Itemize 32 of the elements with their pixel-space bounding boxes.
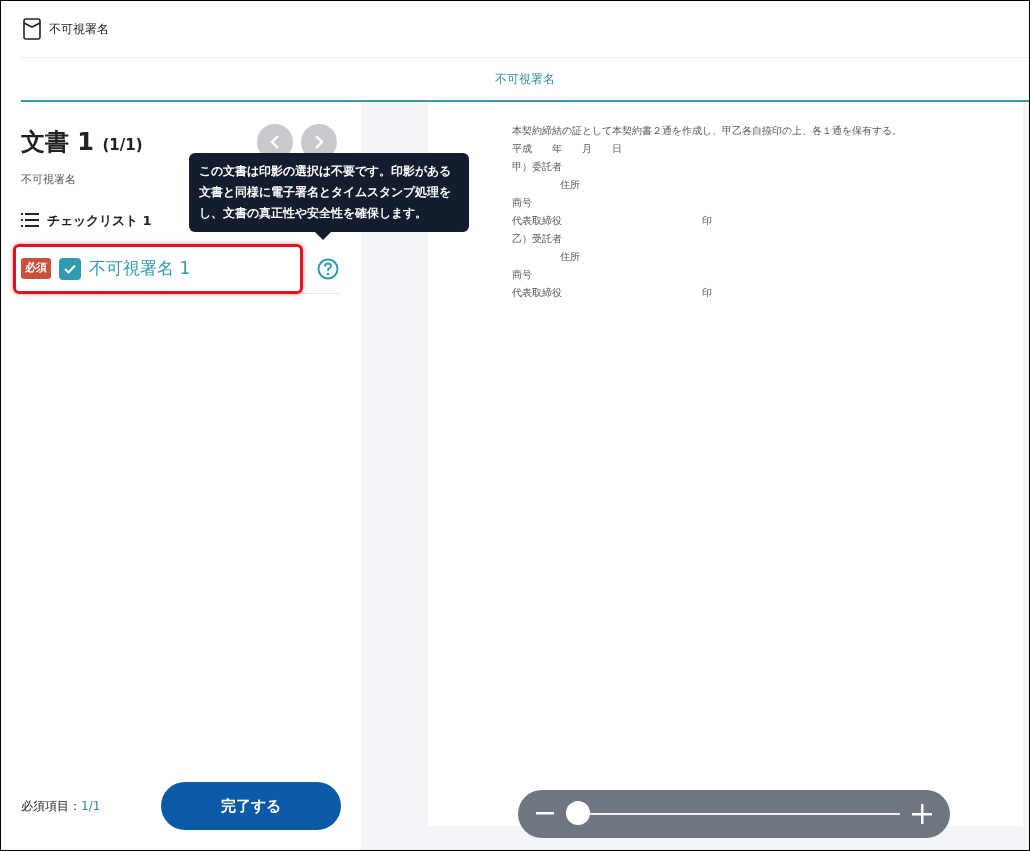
- document-text: 代表取締役: [512, 214, 563, 228]
- document-text: 商号: [512, 269, 532, 280]
- required-label: 必須項目：: [21, 799, 81, 813]
- document-text: 商号: [512, 197, 532, 208]
- complete-button[interactable]: 完了する: [161, 782, 341, 830]
- chevron-right-icon: [313, 134, 325, 150]
- document-text: 代表取締役: [512, 286, 563, 300]
- app-title: 不可視署名: [49, 21, 109, 38]
- checklist-title: チェックリスト 1: [47, 211, 152, 230]
- document-text: 住所: [560, 251, 580, 262]
- document-title: 文書 1 (1/1): [21, 127, 143, 158]
- tab[interactable]: 不可視署名: [485, 58, 565, 100]
- required-badge: 必須: [21, 258, 51, 279]
- zoom-in-icon[interactable]: [912, 804, 932, 824]
- checkbox[interactable]: [59, 257, 81, 280]
- check-icon: [64, 263, 76, 274]
- seal-mark: 印: [702, 287, 712, 298]
- checklist-item-label[interactable]: 不可視署名 1: [89, 255, 191, 282]
- tooltip-text: この文書は印影の選択は不要です。印影がある文書と同様に電子署名とタイムスタンプ処理をし、文書の真正性や安全性を確保します。: [199, 163, 452, 222]
- document-text: 甲）委託者: [512, 161, 562, 172]
- help-icon[interactable]: [317, 258, 339, 280]
- zoom-out-icon[interactable]: [536, 812, 554, 816]
- chevron-left-icon: [269, 134, 281, 150]
- required-count: 1/1: [81, 799, 101, 813]
- document-text: 本契約締結の証として本契約書２通を作成し、甲乙各自捺印の上、各１通を保有する。: [512, 125, 902, 136]
- document-text: 乙）受託者: [512, 233, 562, 244]
- document-text: 住所: [560, 179, 580, 190]
- list-icon: [21, 213, 39, 228]
- seal-mark: 印: [702, 215, 712, 226]
- zoom-slider-thumb[interactable]: [566, 801, 590, 825]
- document-text: 平成 年 月 日: [512, 143, 622, 154]
- envelope-icon: [23, 18, 41, 40]
